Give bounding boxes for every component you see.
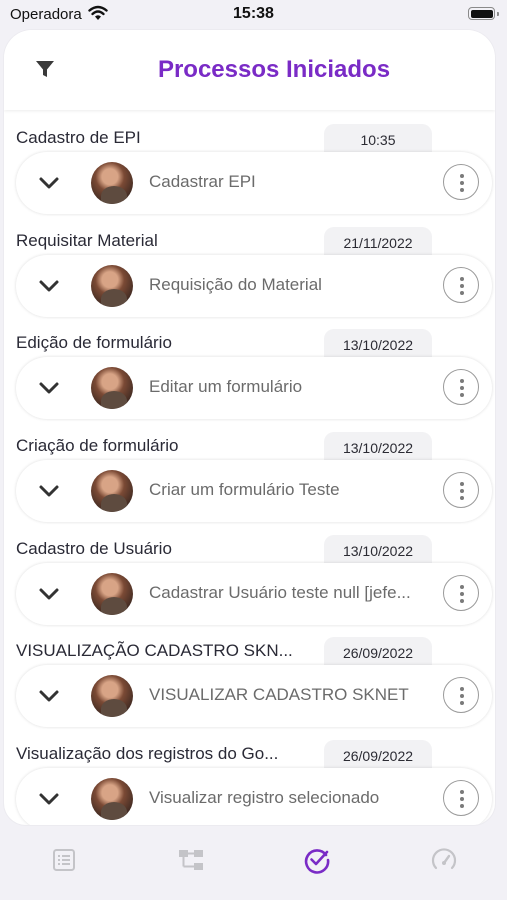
tab-speedometer-icon[interactable] (430, 846, 458, 874)
process-group: Criação de formulário 13/10/2022 Criar u… (4, 430, 495, 533)
process-group: Cadastro de Usuário 13/10/2022 Cadastrar… (4, 533, 495, 636)
header: Processos Iniciados (4, 30, 495, 110)
process-card[interactable]: Cadastrar EPI (16, 152, 492, 214)
more-options-button[interactable] (443, 369, 479, 406)
process-group: Visualização dos registros do Go... 26/0… (4, 738, 495, 825)
process-card[interactable]: Criar um formulário Teste (16, 460, 492, 523)
more-options-button[interactable] (443, 677, 479, 714)
task-label: Cadastrar Usuário teste null [jefe... (149, 582, 411, 602)
task-label: Editar um formulário (149, 377, 303, 397)
avatar (91, 778, 133, 821)
process-group: Cadastro de EPI 10:35 Cadastrar EPI (4, 122, 495, 225)
process-group: VISUALIZAÇÃO CADASTRO SKN... 26/09/2022 … (4, 635, 495, 738)
process-group: Edição de formulário 13/10/2022 Editar u… (4, 327, 495, 430)
process-card[interactable]: Visualizar registro selecionado (16, 768, 492, 825)
tab-check-circle-icon[interactable] (303, 846, 331, 874)
process-title: VISUALIZAÇÃO CADASTRO SKN... (16, 641, 293, 661)
process-title: Criação de formulário (16, 436, 179, 456)
process-list: Cadastro de EPI 10:35 Cadastrar EPI Requ… (4, 122, 495, 825)
chevron-down-icon[interactable] (38, 788, 60, 810)
tab-list-icon[interactable] (50, 846, 78, 874)
avatar (91, 470, 133, 513)
avatar (91, 675, 133, 718)
more-options-button[interactable] (443, 164, 479, 200)
chevron-down-icon[interactable] (38, 583, 60, 605)
process-card[interactable]: Cadastrar Usuário teste null [jefe... (16, 562, 492, 625)
chevron-down-icon[interactable] (38, 480, 60, 502)
task-label: Criar um formulário Teste (149, 480, 340, 500)
process-date: 21/11/2022 (324, 226, 432, 259)
avatar (91, 162, 133, 204)
task-label: Requisição do Material (149, 274, 322, 294)
process-card[interactable]: VISUALIZAR CADASTRO SKNET (16, 665, 492, 728)
chevron-down-icon[interactable] (38, 377, 60, 399)
page-title: Processos Iniciados (157, 56, 391, 83)
process-card[interactable]: Editar um formulário (16, 357, 492, 420)
status-time: 15:38 (233, 5, 274, 22)
more-options-button[interactable] (443, 266, 479, 303)
process-title: Cadastro de EPI (16, 128, 141, 147)
more-options-button[interactable] (443, 780, 479, 817)
task-label: Visualizar registro selecionado (149, 788, 380, 808)
battery-icon (468, 7, 499, 20)
chevron-down-icon[interactable] (38, 275, 60, 297)
chevron-down-icon[interactable] (38, 172, 60, 194)
process-title: Requisitar Material (16, 230, 158, 250)
tab-bar (0, 826, 507, 900)
avatar (91, 264, 133, 307)
status-bar: Operadora 15:38 (0, 0, 507, 30)
avatar (91, 572, 133, 615)
chevron-down-icon[interactable] (38, 685, 60, 707)
tab-flow-icon[interactable] (177, 846, 205, 874)
process-group: Requisitar Material 21/11/2022 Requisiçã… (4, 225, 495, 328)
more-options-button[interactable] (443, 574, 479, 611)
task-label: VISUALIZAR CADASTRO SKNET (149, 685, 409, 705)
process-date: 13/10/2022 (324, 534, 432, 567)
process-title: Visualização dos registros do Go... (16, 744, 279, 764)
more-options-button[interactable] (443, 472, 479, 509)
avatar (91, 367, 133, 410)
process-card[interactable]: Requisição do Material (16, 254, 492, 317)
process-title: Cadastro de Usuário (16, 538, 172, 558)
task-label: Cadastrar EPI (149, 172, 256, 191)
processes-sheet: Processos Iniciados Cadastro de EPI 10:3… (4, 30, 495, 825)
process-title: Edição de formulário (16, 333, 172, 353)
